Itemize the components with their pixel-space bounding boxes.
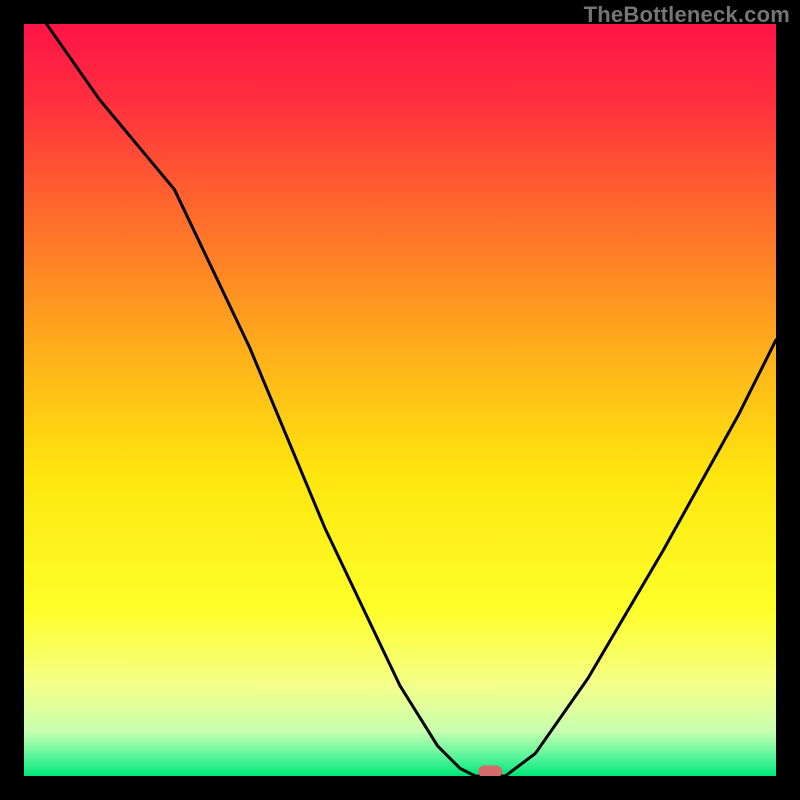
plot-area xyxy=(24,24,776,776)
gradient-background xyxy=(24,24,776,776)
chart-frame: TheBottleneck.com xyxy=(0,0,800,800)
bottleneck-chart xyxy=(24,24,776,776)
optimum-marker xyxy=(478,765,502,776)
